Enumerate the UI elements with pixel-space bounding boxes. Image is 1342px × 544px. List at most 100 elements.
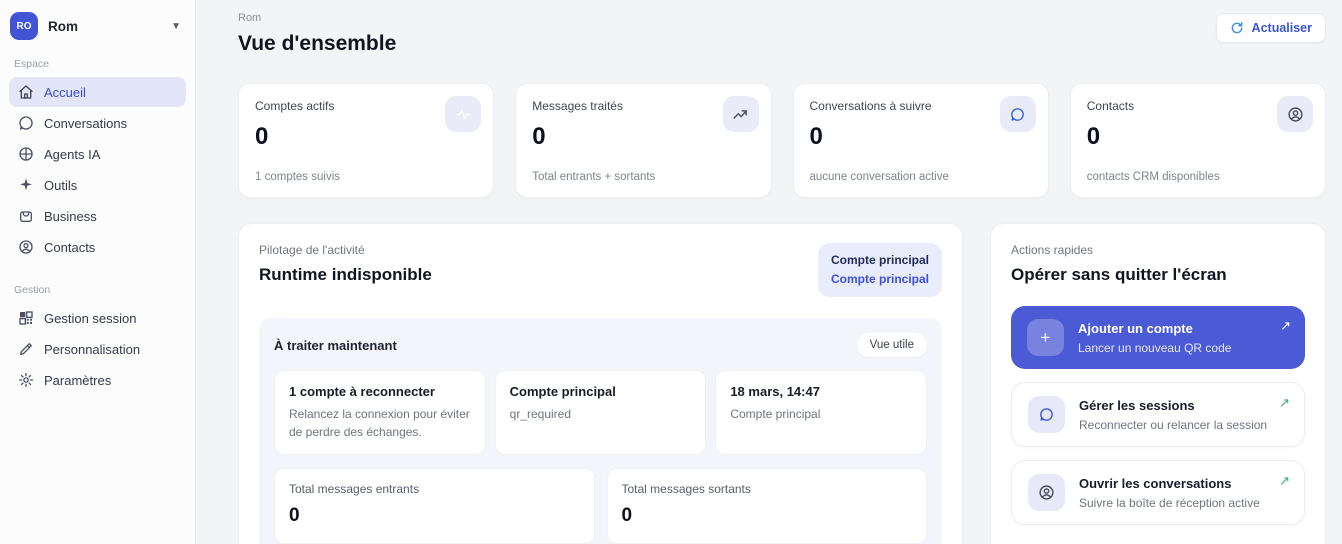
sidebar-section-espace: Espace (14, 58, 50, 70)
sidebar-section-gestion: Gestion (14, 284, 51, 296)
stat-value: 0 (809, 123, 823, 150)
sidebar-item-label: Business (44, 208, 97, 224)
activity-eyebrow: Pilotage de l'activité (259, 243, 365, 257)
stat-value: 0 (1086, 123, 1101, 150)
user-circle-icon (1028, 474, 1065, 511)
total-messages-entrants-card: Total messages entrants 0 (274, 468, 595, 544)
action-subtitle: Lancer un nouveau QR code (1078, 340, 1232, 355)
sidebar-item-parametres[interactable]: Paramètres (9, 365, 186, 395)
todo-card-account-status: Compte principal qr_required (494, 370, 707, 456)
todo-card-last-event: 18 mars, 14:47 Compte principal (715, 370, 927, 456)
stat-label: Conversations à suivre (809, 99, 932, 113)
sidebar-item-label: Outils (44, 177, 78, 193)
sidebar-item-label: Paramètres (44, 372, 112, 388)
arrow-up-right-icon: ↗ (1279, 395, 1290, 410)
action-title: Ajouter un compte (1078, 320, 1193, 336)
total-label: Total messages sortants (621, 482, 751, 497)
refresh-button[interactable]: Actualiser (1215, 13, 1326, 43)
sidebar-item-agents-ia[interactable]: Agents IA (9, 139, 186, 169)
action-title: Gérer les sessions (1079, 397, 1195, 413)
action-subtitle: Suivre la boîte de réception active (1079, 495, 1260, 510)
briefcase-icon (18, 208, 34, 224)
refresh-icon (1230, 21, 1244, 35)
view-toggle-pill[interactable]: Vue utile (856, 333, 927, 358)
breadcrumb: Rom (238, 12, 262, 24)
account-badge: Compte principal Compte principal (817, 243, 942, 298)
workspace-name: Rom (48, 18, 78, 34)
todo-card-description: Relancez la connexion pour éviter de per… (289, 407, 470, 440)
total-value: 0 (621, 505, 633, 527)
total-messages-sortants-card: Total messages sortants 0 (606, 468, 927, 544)
quick-actions-title: Opérer sans quitter l'écran (1011, 265, 1227, 284)
action-subtitle: Reconnecter ou relancer la session (1079, 417, 1268, 432)
arrow-up-right-icon: ↗ (1279, 473, 1290, 488)
page-title: Vue d'ensemble (238, 32, 397, 55)
sidebar-item-label: Agents IA (44, 146, 101, 162)
stat-card-comptes-actifs: Comptes actifs 0 1 comptes suivis (238, 83, 495, 198)
chat-icon (18, 115, 34, 131)
refresh-label: Actualiser (1251, 21, 1312, 35)
chat-bubble-icon (1028, 396, 1065, 433)
stat-card-messages-traites: Messages traités 0 Total entrants + sort… (515, 83, 772, 198)
qr-code-icon (18, 310, 34, 326)
todo-card-title: 1 compte à reconnecter (289, 384, 435, 400)
stats-row: Comptes actifs 0 1 comptes suivis Messag… (238, 83, 1326, 198)
home-icon (18, 84, 34, 100)
user-circle-icon (1277, 96, 1313, 132)
sidebar-item-conversations[interactable]: Conversations (9, 108, 186, 138)
activity-icon (445, 96, 482, 132)
chat-bubble-icon (999, 96, 1036, 132)
workspace-switcher[interactable]: RO Rom ▼ (0, 8, 195, 50)
stat-caption: contacts CRM disponibles (1086, 171, 1220, 183)
stat-value: 0 (255, 123, 269, 150)
sidebar-item-business[interactable]: Business (9, 201, 186, 231)
stat-caption: Total entrants + sortants (532, 171, 656, 183)
sidebar-item-accueil[interactable]: Accueil (9, 77, 186, 107)
sidebar-item-label: Contacts (44, 239, 96, 255)
todo-card-title: 18 mars, 14:47 (730, 384, 820, 400)
sidebar-item-personnalisation[interactable]: Personnalisation (9, 334, 186, 364)
user-circle-icon (18, 239, 34, 255)
arrow-up-right-icon: ↗ (1280, 318, 1291, 333)
stat-label: Contacts (1086, 99, 1135, 113)
todo-card-description: qr_required (509, 407, 572, 422)
main-content: Rom Vue d'ensemble Actualiser Comptes ac… (196, 0, 1342, 544)
todo-title: À traiter maintenant (274, 337, 397, 353)
stat-label: Comptes actifs (255, 99, 335, 113)
trending-up-icon (722, 96, 759, 132)
sidebar-item-label: Personnalisation (44, 341, 141, 357)
total-value: 0 (289, 505, 300, 527)
todo-card-description: Compte principal (730, 407, 821, 422)
globe-icon (18, 146, 34, 162)
add-account-button[interactable]: + Ajouter un compte Lancer un nouveau QR… (1011, 306, 1305, 369)
sidebar-item-gestion-session[interactable]: Gestion session (9, 303, 186, 333)
action-title: Ouvrir les conversations (1079, 475, 1232, 491)
account-badge-line-1[interactable]: Compte principal (831, 251, 929, 270)
activity-title: Runtime indisponible (259, 265, 432, 284)
open-conversations-button[interactable]: Ouvrir les conversations Suivre la boîte… (1011, 460, 1305, 525)
sparkle-icon (18, 177, 34, 193)
sidebar-item-outils[interactable]: Outils (9, 170, 186, 200)
quick-actions-panel: Actions rapides Opérer sans quitter l'éc… (990, 223, 1326, 544)
gear-icon (18, 372, 34, 388)
stat-label: Messages traités (532, 99, 623, 113)
stat-card-contacts: Contacts 0 contacts CRM disponibles (1069, 83, 1326, 198)
todo-card-reconnect: 1 compte à reconnecter Relancez la conne… (274, 370, 486, 456)
account-badge-line-2[interactable]: Compte principal (831, 270, 929, 289)
sidebar-item-contacts[interactable]: Contacts (9, 232, 186, 262)
sidebar-item-label: Conversations (44, 115, 128, 131)
sidebar-item-label: Gestion session (44, 310, 137, 326)
stat-caption: aucune conversation active (809, 171, 949, 183)
workspace-avatar: RO (10, 12, 38, 40)
sidebar: RO Rom ▼ Espace Accueil Conversations Ag… (0, 0, 196, 544)
stat-card-conversations: Conversations à suivre 0 aucune conversa… (792, 83, 1049, 198)
stat-value: 0 (532, 123, 546, 150)
sidebar-item-label: Accueil (44, 84, 86, 100)
todo-card-title: Compte principal (509, 384, 616, 400)
activity-panel: Pilotage de l'activité Runtime indisponi… (238, 223, 963, 544)
manage-sessions-button[interactable]: Gérer les sessions Reconnecter ou relanc… (1011, 382, 1305, 447)
total-label: Total messages entrants (289, 482, 420, 497)
stat-caption: 1 comptes suivis (255, 171, 341, 183)
pencil-icon (18, 341, 34, 357)
plus-icon: + (1027, 319, 1064, 356)
